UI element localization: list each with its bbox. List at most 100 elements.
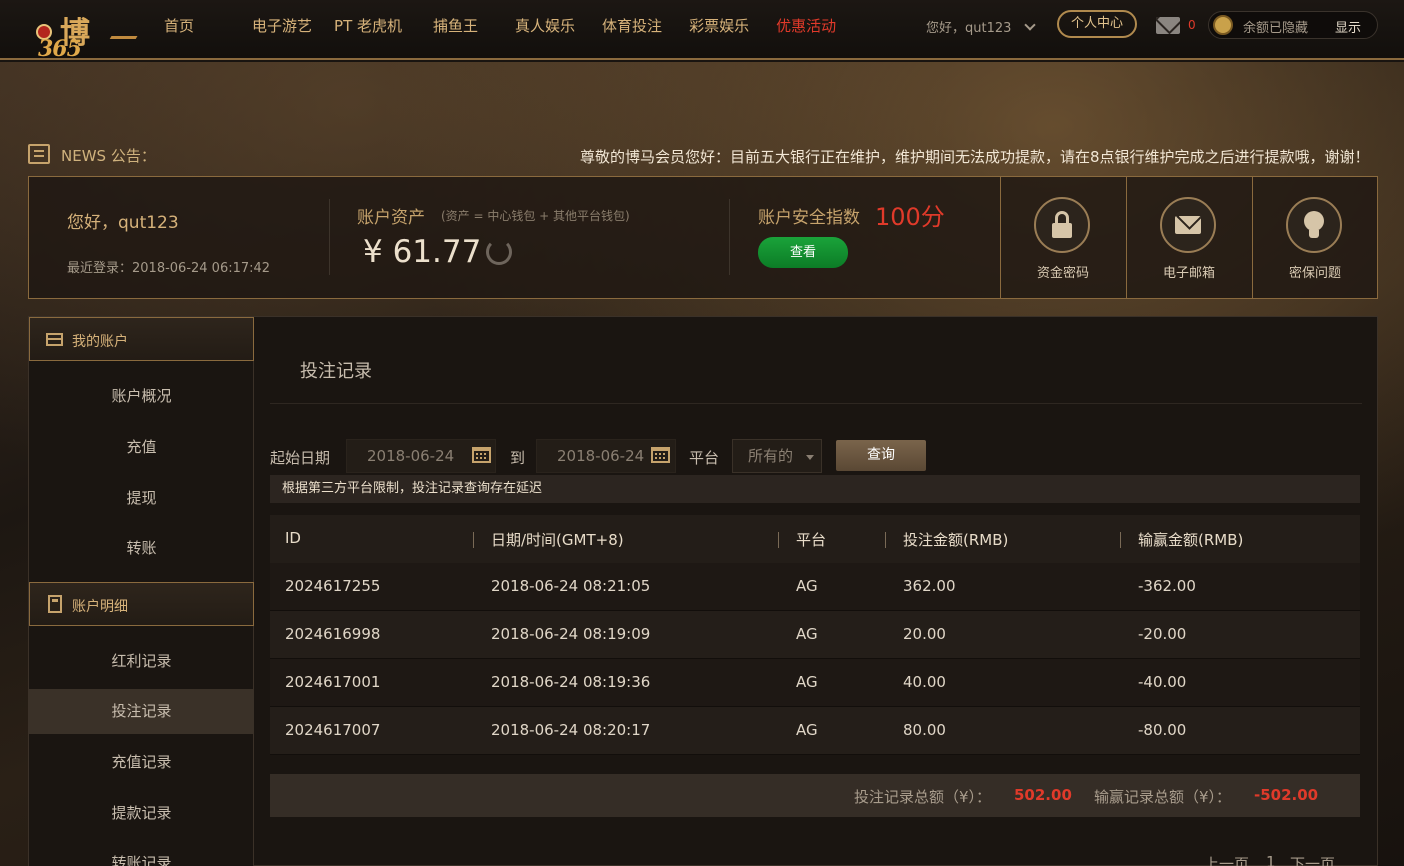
nav-promotions[interactable]: 优惠活动 <box>776 0 836 52</box>
content-panel: 投注记录 起始日期 2018-06-24 到 2018-06-24 平台 所有的… <box>270 317 1362 866</box>
account-summary-panel: 您好，qut123 最近登录：2018-06-24 06:17:42 账户资产 … <box>28 176 1378 299</box>
cell-id: 2024617255 <box>285 577 381 595</box>
page-title: 投注记录 <box>300 361 372 382</box>
chevron-down-icon <box>1023 19 1036 31</box>
sidebar-item-withdraw[interactable]: 提现 <box>29 476 254 521</box>
table-row: 2024617007 2018-06-24 08:20:17 AG 80.00 … <box>270 707 1360 755</box>
tile-security-question[interactable]: 密保问题 <box>1252 177 1378 298</box>
tile-email[interactable]: 电子邮箱 <box>1126 177 1252 298</box>
cell-id: 2024616998 <box>285 625 381 643</box>
calendar-icon[interactable] <box>472 447 491 463</box>
column-separator <box>473 532 474 548</box>
main-area: 我的账户 账户概况 充值 提现 转账 账户明细 红利记录 投注记录 充值记录 提… <box>28 316 1378 866</box>
asset-title: 账户资产 <box>357 208 425 228</box>
pager-prev[interactable]: 上一页 <box>1204 853 1249 866</box>
win-total-label: 输赢记录总额（¥）： <box>1094 788 1232 806</box>
wallet-icon <box>46 333 63 346</box>
logo-wing-icon <box>104 36 138 48</box>
start-date-label: 起始日期 <box>270 449 331 467</box>
nav-fishing[interactable]: 捕鱼王 <box>433 0 478 52</box>
sidebar-item-withdraw-records[interactable]: 提款记录 <box>29 791 254 836</box>
news-label: NEWS 公告： <box>61 147 156 165</box>
bet-total-value: 502.00 <box>1014 786 1072 804</box>
cell-datetime: 2018-06-24 08:19:36 <box>491 673 651 691</box>
table-header: ID 日期/时间(GMT+8) 平台 投注金额(RMB) 输赢金额(RMB) <box>270 515 1360 563</box>
sidebar-item-overview[interactable]: 账户概况 <box>29 374 254 419</box>
filter-bar: 起始日期 2018-06-24 到 2018-06-24 平台 所有的 查询 <box>270 439 1362 473</box>
balance-hidden-text: 余额已隐藏 <box>1243 21 1309 36</box>
pager-next[interactable]: 下一页 <box>1290 853 1335 866</box>
nav-live-casino[interactable]: 真人娱乐 <box>515 0 575 52</box>
news-icon <box>28 144 50 164</box>
platform-label: 平台 <box>689 449 720 467</box>
sidebar-section-my-account[interactable]: 我的账户 <box>29 317 254 361</box>
coin-icon <box>1213 15 1233 35</box>
cell-bet-amount: 20.00 <box>903 625 946 643</box>
cell-id: 2024617007 <box>285 721 381 739</box>
nav-sports-betting[interactable]: 体育投注 <box>602 0 662 52</box>
refresh-icon[interactable] <box>486 239 512 265</box>
security-check-button[interactable]: 查看 <box>758 237 848 268</box>
sidebar: 我的账户 账户概况 充值 提现 转账 账户明细 红利记录 投注记录 充值记录 提… <box>29 317 254 866</box>
asset-note: (资产 = 中心钱包 + 其他平台钱包) <box>441 209 630 223</box>
to-label: 到 <box>510 449 526 467</box>
nav-electronic-games[interactable]: 电子游艺 <box>252 0 312 52</box>
sidebar-item-transfer[interactable]: 转账 <box>29 526 254 571</box>
table-row: 2024616998 2018-06-24 08:19:09 AG 20.00 … <box>270 611 1360 659</box>
balance-box: 余额已隐藏 显示 <box>1208 11 1378 39</box>
divider <box>270 403 1362 404</box>
column-separator <box>1120 532 1121 548</box>
main-nav: 首页 电子游艺 PT 老虎机 捕鱼王 真人娱乐 体育投注 彩票娱乐 优惠活动 <box>150 0 836 52</box>
nav-home[interactable]: 首页 <box>164 0 194 52</box>
sidebar-item-transfer-records[interactable]: 转账记录 <box>29 841 254 866</box>
bet-records-table: ID 日期/时间(GMT+8) 平台 投注金额(RMB) 输赢金额(RMB) 2… <box>270 515 1360 755</box>
cell-platform: AG <box>796 625 818 643</box>
security-title: 账户安全指数 <box>758 208 860 228</box>
lightbulb-icon <box>1286 197 1342 253</box>
cell-platform: AG <box>796 721 818 739</box>
dropdown-arrow-icon <box>806 455 814 460</box>
sidebar-section-label: 账户明细 <box>72 599 128 615</box>
user-greeting-dropdown[interactable]: 您好，qut123 <box>926 17 1036 36</box>
site-logo[interactable]: 博 365 <box>30 6 138 62</box>
table-row: 2024617255 2018-06-24 08:21:05 AG 362.00… <box>270 563 1360 611</box>
nav-lottery[interactable]: 彩票娱乐 <box>689 0 749 52</box>
column-header-platform: 平台 <box>796 531 827 549</box>
nav-pt-slots[interactable]: PT 老虎机 <box>334 0 402 52</box>
platform-selected-value: 所有的 <box>748 447 794 465</box>
delay-notice: 根据第三方平台限制，投注记录查询存在延迟 <box>270 475 1360 503</box>
mail-count: 0 <box>1188 18 1196 32</box>
sidebar-item-deposit[interactable]: 充值 <box>29 425 254 470</box>
calculator-icon <box>48 595 62 613</box>
tile-label: 资金密码 <box>1036 266 1089 281</box>
column-header-datetime: 日期/时间(GMT+8) <box>491 531 624 549</box>
cell-platform: AG <box>796 673 818 691</box>
platform-select[interactable]: 所有的 <box>732 439 822 473</box>
sidebar-section-label: 我的账户 <box>72 334 128 350</box>
news-marquee-text: 尊敬的博马会员您好：目前五大银行正在维护，维护期间无法成功提款，请在8点银行维护… <box>580 148 1370 166</box>
column-header-id: ID <box>285 529 301 547</box>
tile-fund-password[interactable]: 资金密码 <box>1000 177 1126 298</box>
personal-center-button[interactable]: 个人中心 <box>1057 10 1137 38</box>
cell-win-loss: -362.00 <box>1138 577 1196 595</box>
sidebar-item-bet-records[interactable]: 投注记录 <box>29 689 254 734</box>
column-separator <box>885 532 886 548</box>
cell-bet-amount: 40.00 <box>903 673 946 691</box>
cell-win-loss: -20.00 <box>1138 625 1187 643</box>
calendar-icon[interactable] <box>651 447 670 463</box>
mail-icon[interactable] <box>1156 17 1180 34</box>
totals-bar: 投注记录总额（¥）： 502.00 输赢记录总额（¥）： -502.00 <box>270 774 1360 817</box>
query-button[interactable]: 查询 <box>836 440 926 471</box>
sidebar-section-account-details[interactable]: 账户明细 <box>29 582 254 626</box>
cell-datetime: 2018-06-24 08:20:17 <box>491 721 651 739</box>
balance-show-button[interactable]: 显示 <box>1335 17 1361 36</box>
logo-text-bottom: 365 <box>38 36 82 62</box>
cell-win-loss: -80.00 <box>1138 721 1187 739</box>
security-score: 100分 <box>875 203 945 231</box>
sidebar-item-deposit-records[interactable]: 充值记录 <box>29 740 254 785</box>
cell-bet-amount: 362.00 <box>903 577 956 595</box>
cell-datetime: 2018-06-24 08:21:05 <box>491 577 651 595</box>
cell-win-loss: -40.00 <box>1138 673 1187 691</box>
pager-page[interactable]: 1 <box>1266 853 1276 866</box>
sidebar-item-bonus-records[interactable]: 红利记录 <box>29 639 254 684</box>
